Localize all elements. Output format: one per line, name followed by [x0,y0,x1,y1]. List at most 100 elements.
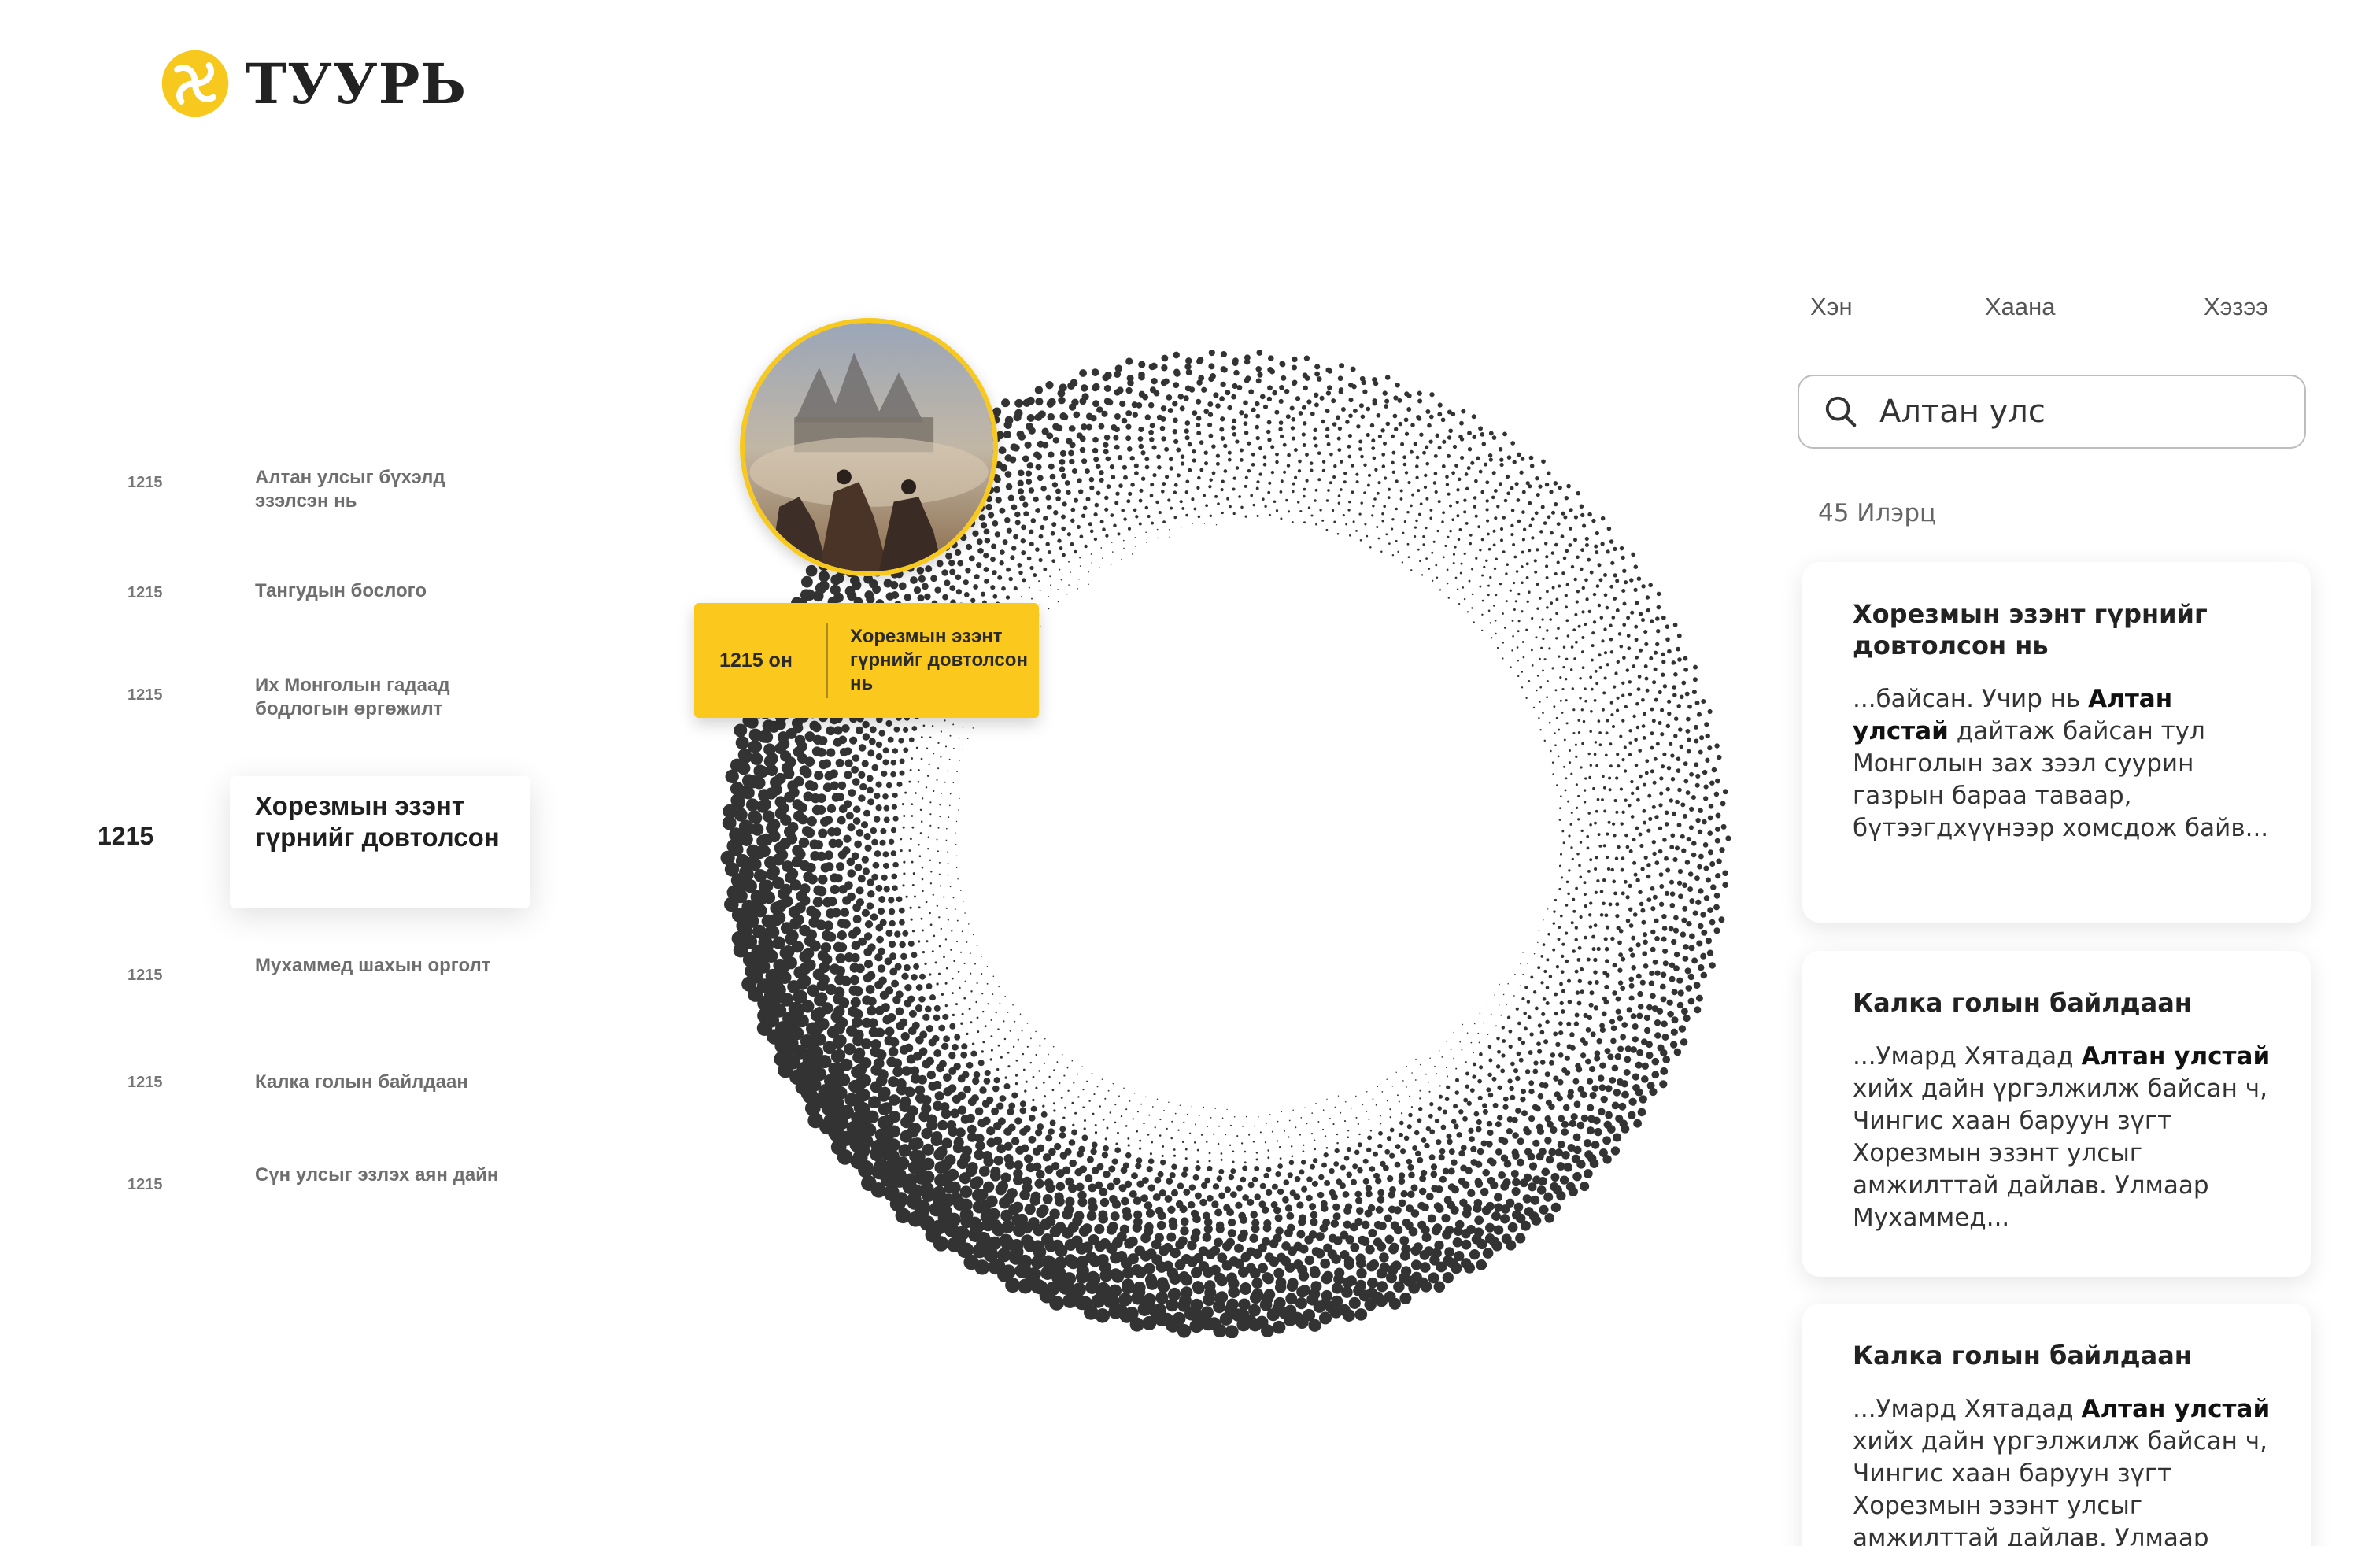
ring-dot [1184,428,1189,434]
ring-dot [1487,594,1490,597]
ring-dot [1197,475,1201,480]
ring-dot [1588,1002,1594,1008]
ring-dot [1389,1116,1391,1119]
ring-dot [870,913,878,921]
ring-dot [1101,1152,1109,1159]
ring-dot [1603,593,1608,597]
tab-who[interactable]: Хэн [1810,293,1853,321]
ring-dot [1134,471,1139,475]
ring-dot [1054,1142,1062,1151]
search-input[interactable] [1879,394,2289,430]
ring-dot [870,1081,882,1093]
ring-dot [892,748,899,754]
ring-dot [1220,366,1227,373]
ring-dot [1494,516,1498,520]
ring-dot [868,1026,879,1037]
ring-dot [1140,1233,1151,1244]
ring-dot [1714,826,1720,832]
ring-dot [930,1134,943,1146]
ring-dot [957,1074,966,1083]
ring-dot [1469,1249,1480,1260]
ring-dot [1488,431,1494,436]
ring-dot [904,999,912,1008]
ring-dot [1715,778,1720,784]
ring-dot [1133,1092,1136,1094]
ring-dot [1617,1045,1624,1052]
result-card[interactable]: Хорезмын эзэнт гүрнийг довтолсон нь ...б… [1802,562,2311,923]
ring-dot [1194,1192,1202,1200]
ring-dot [1066,532,1072,537]
ring-dot [1402,1080,1404,1082]
ring-dot [1161,364,1168,372]
ring-dot [1059,1132,1066,1139]
ring-dot [1652,959,1658,965]
ring-dot [976,945,978,947]
ring-dot [1149,386,1156,394]
ring-dot [1212,1183,1220,1190]
ring-dot [1228,1286,1240,1298]
ring-dot [1592,1116,1601,1125]
ring-dot [1125,423,1132,430]
ring-dot [1196,398,1202,405]
ring-dot [1635,725,1640,730]
ring-dot [1447,535,1450,539]
ring-dot [1451,471,1455,475]
ring-dot [1166,1127,1168,1130]
ring-dot [1546,696,1548,699]
ring-dot [1017,479,1024,486]
ring-dot [1259,1131,1262,1134]
ring-dot [1559,982,1563,986]
ring-dot [1321,1204,1329,1212]
ring-dot [1646,874,1651,879]
ring-dot [1386,1136,1392,1141]
ring-dot [1369,423,1375,428]
ring-dot [1569,526,1572,531]
ring-dot [1092,383,1100,391]
ring-dot [861,1017,872,1028]
ring-dot [1144,1201,1153,1210]
ring-dot [888,908,896,915]
search-box[interactable] [1798,375,2306,449]
ring-dot [1651,1057,1660,1066]
ring-dot [1011,504,1018,511]
result-excerpt: ...Умард Хятадад Алтан улстай хийх дайн … [1853,1041,2271,1234]
ring-dot [1167,407,1173,414]
ring-dot [1477,1032,1480,1034]
tab-where[interactable]: Хаана [1985,293,2056,321]
ring-dot [1565,880,1569,884]
ring-dot [1686,836,1691,842]
ring-dot [1584,777,1587,780]
ring-dot [1185,513,1188,517]
ring-dot [882,747,889,754]
result-card[interactable]: Калка голын байлдаан ...Умард Хятадад Ал… [1802,951,2311,1277]
ring-dot [1636,687,1641,691]
ring-dot [1014,1160,1023,1170]
ring-dot [1581,666,1585,670]
result-card[interactable]: Калка голын байлдаан ...Умард Хятадад Ал… [1802,1304,2311,1546]
ring-dot [1159,1119,1162,1121]
ring-dot [1713,904,1720,911]
ring-dot [1317,451,1321,456]
ring-dot [1313,1139,1316,1141]
ring-dot [1642,951,1648,957]
ring-dot [911,973,918,981]
ring-dot [976,1016,979,1019]
ring-dot [1580,1182,1590,1192]
event-thumbnail[interactable] [740,318,998,576]
ring-dot [1545,1155,1554,1164]
ring-dot [1631,552,1635,557]
ring-dot [1417,390,1422,396]
ring-dot [1711,767,1717,773]
ring-dot [1637,1003,1644,1010]
ring-dot [1088,583,1089,585]
ring-dot [1098,1214,1108,1224]
ring-dot [844,759,853,767]
ring-dot [1415,464,1419,468]
ring-dot [1512,1132,1519,1139]
ring-dot [1558,818,1561,821]
ring-dot [874,1128,889,1142]
ring-dot [1667,711,1672,716]
ring-dot [1126,499,1131,504]
tab-when[interactable]: Хэзээ [2204,293,2268,321]
ring-dot [1488,609,1491,612]
